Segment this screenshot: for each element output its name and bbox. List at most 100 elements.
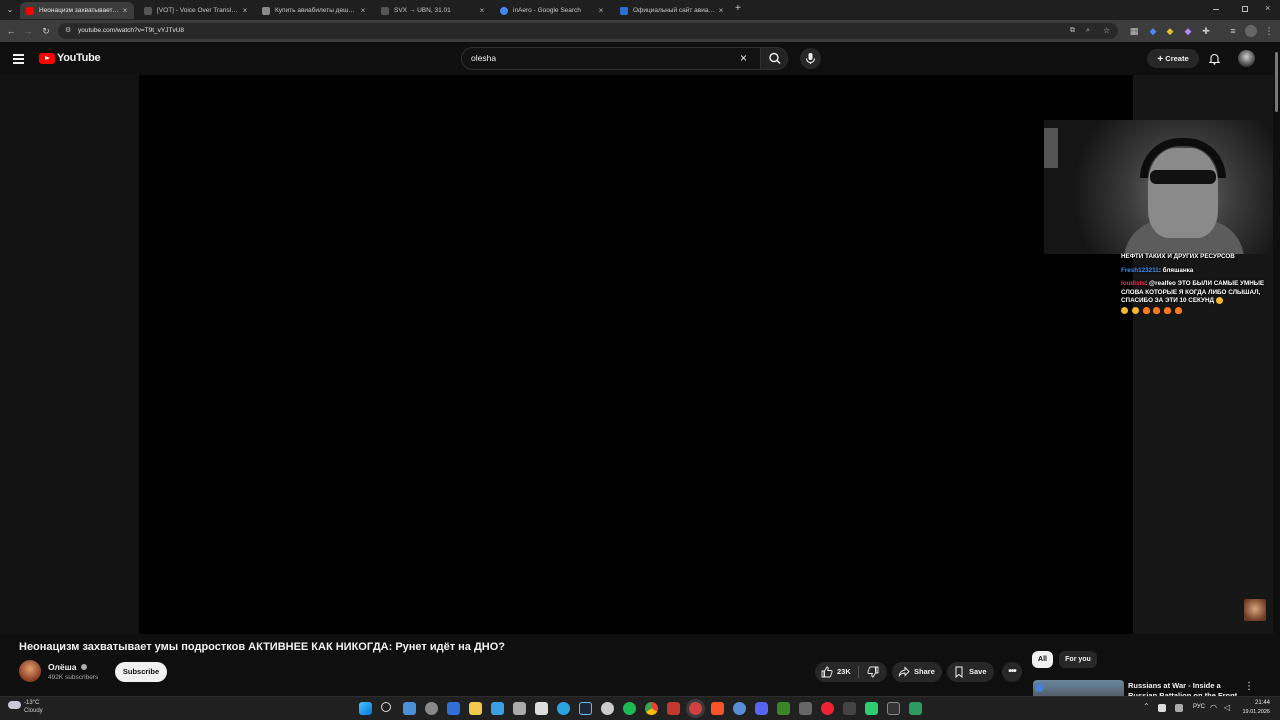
app-icon[interactable] xyxy=(865,702,878,715)
page-scrollbar[interactable] xyxy=(1273,42,1280,696)
telegram-icon[interactable] xyxy=(557,702,570,715)
channel-name[interactable]: Олёша xyxy=(48,662,87,672)
app-icon[interactable] xyxy=(821,702,834,715)
discord-icon[interactable] xyxy=(755,702,768,715)
app-icon[interactable] xyxy=(447,702,460,715)
chip-for-you[interactable]: For you xyxy=(1059,651,1097,668)
dislike-button[interactable] xyxy=(859,662,887,682)
video-player[interactable] xyxy=(139,75,1133,634)
app-icon[interactable] xyxy=(491,702,504,715)
close-tab-icon[interactable]: × xyxy=(240,6,250,15)
openai-icon[interactable] xyxy=(601,702,614,715)
taskbar-search-icon[interactable] xyxy=(381,702,391,712)
browser-tab-strip: ⌄ Неонацизм захватывает умы подростков А… xyxy=(0,0,1280,20)
clock-time[interactable]: 21:44 xyxy=(1248,700,1270,706)
new-tab-button[interactable]: + xyxy=(735,3,741,14)
globe-icon[interactable] xyxy=(733,702,746,715)
extensions-puzzle-icon[interactable]: ✚ xyxy=(1200,25,1212,37)
app-icon[interactable] xyxy=(667,702,680,715)
save-button[interactable]: Save xyxy=(947,662,994,682)
extension-grid-icon[interactable]: ▦ xyxy=(1128,25,1140,37)
channel-avatar[interactable] xyxy=(19,660,41,682)
maximize-window-icon[interactable] xyxy=(1242,6,1248,12)
minimize-window-icon[interactable] xyxy=(1213,9,1219,10)
terminal-icon[interactable] xyxy=(887,702,900,715)
brave-icon[interactable] xyxy=(711,702,724,715)
browser-tab-flights[interactable]: Купить авиабилеты дешево онлайн × xyxy=(256,2,372,19)
youtube-play-logo-icon xyxy=(39,52,55,64)
close-tab-icon[interactable]: × xyxy=(596,6,606,15)
wifi-icon[interactable]: ◠ xyxy=(1210,703,1217,712)
chip-all[interactable]: All xyxy=(1032,651,1053,668)
calendar-icon[interactable] xyxy=(535,702,548,715)
recommended-video-thumbnail[interactable] xyxy=(1033,680,1124,696)
input-language-indicator[interactable]: РУС xyxy=(1193,704,1205,710)
tray-app-icon[interactable] xyxy=(1158,704,1166,712)
create-button[interactable]: + Create xyxy=(1147,49,1199,68)
recommended-video-title[interactable]: Russians at War - Inside a Russian Batta… xyxy=(1128,681,1238,696)
site-info-icon[interactable]: ⚙ xyxy=(65,23,71,39)
address-bar[interactable]: ⚙ youtube.com/watch?v=T9t_vYJTvU8 ⧉ ⌕ ☆ xyxy=(58,23,1118,39)
zoom-icon[interactable]: ⌕ xyxy=(1086,23,1090,39)
close-tab-icon[interactable]: × xyxy=(477,6,487,15)
app-icon[interactable] xyxy=(909,702,922,715)
close-tab-icon[interactable]: × xyxy=(358,6,368,15)
share-button[interactable]: Share xyxy=(892,662,942,682)
browser-tab-svx-ubn[interactable]: SVX → UBN, 31.01 × xyxy=(375,2,491,19)
chrome-icon[interactable] xyxy=(645,702,658,715)
more-actions-button[interactable]: ••• xyxy=(1002,662,1022,682)
bookmark-star-icon[interactable]: ☆ xyxy=(1103,23,1110,39)
copilot-icon[interactable] xyxy=(425,702,438,715)
webcam-background-shelf xyxy=(1044,128,1058,168)
subscribe-button[interactable]: Subscribe xyxy=(115,662,167,682)
app-icon[interactable] xyxy=(513,702,526,715)
clear-search-icon[interactable]: × xyxy=(740,48,747,69)
browser-tab-google-search[interactable]: inAero - Google Search × xyxy=(494,2,610,19)
browser-tab-youtube[interactable]: Неонацизм захватывает умы подростков АКТ… xyxy=(20,2,134,19)
browser-menu-icon[interactable]: ⋮ xyxy=(1263,25,1275,37)
windows-start-icon[interactable] xyxy=(359,702,372,715)
floating-avatar-thumbnail[interactable] xyxy=(1244,599,1266,621)
search-button[interactable] xyxy=(760,47,788,70)
extension-yellow-icon[interactable]: ◆ xyxy=(1164,25,1176,37)
back-arrow-icon[interactable]: ← xyxy=(5,25,17,37)
spotify-icon[interactable] xyxy=(623,702,636,715)
extension-purple-icon[interactable]: ◆ xyxy=(1182,25,1194,37)
close-window-icon[interactable]: × xyxy=(1265,3,1270,13)
search-input[interactable]: olesha × xyxy=(461,47,761,70)
sidebar-toggle-icon[interactable]: ≡ xyxy=(1227,25,1239,37)
steam-icon[interactable] xyxy=(579,702,592,715)
browser-tab-vot[interactable]: [VOT] - Voice Over Translation × xyxy=(138,2,254,19)
app-icon[interactable] xyxy=(843,702,856,715)
tab-search-dropdown-icon[interactable]: ⌄ xyxy=(4,4,16,16)
recommended-more-icon[interactable]: ⋮ xyxy=(1244,681,1254,692)
task-view-icon[interactable] xyxy=(403,702,416,715)
voice-search-button[interactable] xyxy=(800,48,821,69)
weather-cloud-icon[interactable] xyxy=(8,701,21,709)
page-scrollbar-thumb[interactable] xyxy=(1275,52,1278,112)
browser-tab-airline[interactable]: Официальный сайт авиакомпании × xyxy=(614,2,730,19)
reload-icon[interactable]: ↻ xyxy=(40,25,52,37)
forward-arrow-icon[interactable]: → xyxy=(22,25,34,37)
minecraft-icon[interactable] xyxy=(777,702,790,715)
close-tab-icon[interactable]: × xyxy=(716,6,726,15)
install-app-icon[interactable]: ⧉ xyxy=(1070,23,1075,39)
file-explorer-icon[interactable] xyxy=(469,702,482,715)
browser-active-icon[interactable] xyxy=(689,702,702,715)
bookmark-icon xyxy=(955,666,963,678)
hamburger-menu-icon[interactable] xyxy=(13,54,24,64)
tray-overflow-chevron-icon[interactable]: ⌃ xyxy=(1143,702,1150,711)
close-tab-icon[interactable]: × xyxy=(120,6,130,15)
weather-temperature[interactable]: -13°C xyxy=(24,700,39,706)
app-icon[interactable] xyxy=(799,702,812,715)
notifications-bell-icon[interactable] xyxy=(1208,52,1221,65)
extension-blue-icon[interactable]: ◆ xyxy=(1147,25,1159,37)
profile-avatar-icon[interactable] xyxy=(1245,25,1257,37)
clock-date[interactable]: 19.01.2026 xyxy=(1238,709,1270,715)
account-avatar[interactable] xyxy=(1238,50,1255,67)
chat-message: loudists: @realfeo ЭТО БЫЛИ САМЫЕ УМНЫЕ … xyxy=(1121,280,1273,315)
like-button[interactable]: 23K xyxy=(815,662,857,682)
volume-icon[interactable]: ◁ xyxy=(1224,703,1230,712)
youtube-logo[interactable]: YouTube xyxy=(39,52,101,64)
tray-app-icon[interactable] xyxy=(1175,704,1183,712)
